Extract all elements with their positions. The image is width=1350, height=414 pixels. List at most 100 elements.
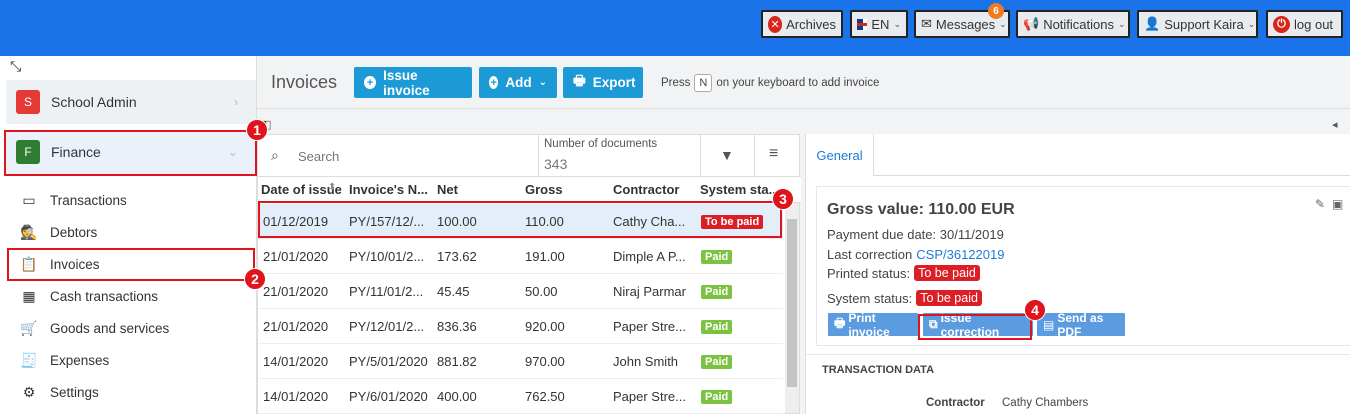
- table-row[interactable]: 21/01/2020 PY/10/01/2... 173.62 191.00 D…: [258, 239, 783, 274]
- system-status-label: System status:: [827, 290, 913, 306]
- cell-net: 400.00: [437, 389, 477, 404]
- send-pdf-button[interactable]: ▤ Send as PDF: [1037, 310, 1125, 339]
- envelope-icon: ✉: [921, 16, 932, 31]
- system-status-badge: To be paid: [916, 290, 982, 306]
- uk-flag-icon: [857, 18, 868, 30]
- sidebar-item-cash-transactions[interactable]: ▦ Cash transactions: [14, 282, 254, 310]
- table-header: Date of issue ⬍ Invoice's N... Net Gross…: [258, 177, 801, 203]
- status-badge: Paid: [701, 355, 733, 369]
- sidebar: ⤡ S School Admin › F Finance ⌄ ▭ Transac…: [0, 56, 257, 414]
- hint-suffix: on your keyboard to add invoice: [716, 77, 880, 89]
- user-label: Support Kaira: [1164, 16, 1244, 32]
- highlight-issue-correction: [918, 314, 1032, 340]
- cell-number: PY/6/01/2020: [349, 389, 428, 404]
- annotation-number: 1: [246, 119, 268, 141]
- cell-net: 881.82: [437, 354, 477, 369]
- column-header[interactable]: System sta...: [700, 182, 780, 197]
- search-input[interactable]: [298, 145, 528, 167]
- highlight-invoices: [7, 248, 255, 281]
- print-invoice-label: Print invoice: [848, 310, 890, 339]
- notifications-dropdown[interactable]: 📢 Notifications ⌄: [1016, 10, 1130, 38]
- cell-number: PY/12/01/2...: [349, 319, 425, 334]
- sort-icon[interactable]: ⬍: [328, 182, 336, 193]
- sidebar-item-expenses[interactable]: 🧾 Expenses: [14, 346, 254, 374]
- keyboard-hint: Press N on your keyboard to add invoice: [661, 74, 879, 92]
- cell-net: 836.36: [437, 319, 477, 334]
- last-correction-link[interactable]: CSP/36122019: [916, 247, 1004, 262]
- print-invoice-button[interactable]: 🖶 Print invoice: [828, 310, 918, 339]
- panel-toggle-right-icon[interactable]: ◂: [1332, 118, 1338, 131]
- archives-label: Archives: [786, 16, 836, 32]
- cell-contractor: Niraj Parmar: [613, 284, 686, 299]
- language-dropdown[interactable]: EN ⌄: [850, 10, 908, 38]
- cell-net: 173.62: [437, 249, 477, 264]
- cell-contractor: Paper Stre...: [613, 389, 686, 404]
- pencil-icon[interactable]: ✎: [1315, 197, 1325, 211]
- cell-gross: 762.50: [525, 389, 565, 404]
- module-school-admin[interactable]: S School Admin ›: [6, 80, 256, 124]
- money-icon[interactable]: ▣: [1332, 197, 1343, 211]
- sidebar-item-debtors[interactable]: 🕵 Debtors: [14, 218, 254, 246]
- sidebar-item-settings[interactable]: ⚙ Settings: [14, 378, 254, 406]
- nav-label: Settings: [50, 384, 99, 400]
- cell-date: 14/01/2020: [263, 389, 329, 404]
- sidebar-item-goods-and-services[interactable]: 🛒 Goods and services: [14, 314, 254, 342]
- column-header[interactable]: Net: [437, 182, 458, 197]
- tab-label: General: [816, 147, 863, 163]
- annotation-number: 2: [244, 268, 266, 290]
- nav-label: Goods and services: [50, 320, 170, 336]
- printed-status-badge: To be paid: [914, 265, 980, 281]
- list-scrollbar[interactable]: [785, 203, 799, 413]
- status-badge: Paid: [701, 285, 733, 299]
- pdf-icon: ▤: [1043, 317, 1055, 332]
- chevron-down-icon: ⌄: [538, 77, 547, 88]
- plus-circle-icon: +: [364, 76, 377, 89]
- contractor-label: Contractor: [926, 397, 985, 409]
- table-row[interactable]: 14/01/2020 PY/5/01/2020 881.82 970.00 Jo…: [258, 344, 783, 379]
- transaction-data-heading: TRANSACTION DATA: [822, 364, 935, 376]
- tab-general[interactable]: General: [806, 134, 874, 176]
- gear-icon: ⚙: [22, 383, 36, 400]
- table-row[interactable]: 14/01/2020 PY/6/01/2020 400.00 762.50 Pa…: [258, 379, 783, 414]
- payment-due: Payment due date: 30/11/2019: [827, 227, 1004, 242]
- cell-number: PY/10/01/2...: [349, 249, 425, 264]
- messages-count-badge: 6: [988, 3, 1004, 19]
- calendar-icon: ▦: [22, 287, 36, 304]
- archives-button[interactable]: ✕ Archives: [761, 10, 843, 38]
- payment-due-text: Payment due date: 30/11/2019: [827, 227, 1004, 242]
- logout-button[interactable]: ⏻ log out: [1266, 10, 1343, 38]
- menu-icon[interactable]: ≡: [769, 145, 778, 163]
- close-circle-icon: ✕: [768, 15, 783, 33]
- messages-dropdown[interactable]: ✉ Messages ⌄ 6: [914, 3, 1010, 38]
- add-button[interactable]: + Add ⌄: [479, 67, 557, 98]
- collapse-icon[interactable]: ⤡: [10, 58, 21, 75]
- issue-invoice-button[interactable]: + Issue invoice: [354, 67, 472, 98]
- language-label: EN: [871, 16, 890, 32]
- filter-icon[interactable]: ▼: [720, 147, 734, 163]
- cell-contractor: Paper Stre...: [613, 319, 686, 334]
- table-row[interactable]: 21/01/2020 PY/12/01/2... 836.36 920.00 P…: [258, 309, 783, 344]
- user-dropdown[interactable]: 👤 Support Kaira ⌄: [1137, 10, 1258, 38]
- column-header[interactable]: Gross: [525, 182, 563, 197]
- column-header[interactable]: Contractor: [613, 182, 679, 197]
- export-button[interactable]: 🖶 Export: [563, 67, 643, 98]
- chevron-right-icon: ›: [234, 95, 238, 109]
- credit-card-icon: ▭: [22, 191, 36, 208]
- add-label: Add: [505, 75, 532, 90]
- document-count-label: Number of documents: [544, 138, 658, 150]
- status-badge: Paid: [701, 320, 733, 334]
- sidebar-item-transactions[interactable]: ▭ Transactions: [14, 186, 254, 214]
- system-status: System status: To be paid: [827, 290, 982, 306]
- cell-contractor: Dimple A P...: [613, 249, 686, 264]
- chevron-down-icon: ⌄: [999, 18, 1007, 29]
- contractor-value: Cathy Chambers: [1002, 397, 1089, 409]
- send-pdf-label: Send as PDF: [1057, 310, 1104, 339]
- last-correction-label: Last correction: [827, 247, 913, 262]
- search-icon: ⌕: [271, 147, 279, 163]
- table-row[interactable]: 21/01/2020 PY/11/01/2... 45.45 50.00 Nir…: [258, 274, 783, 309]
- cell-gross: 970.00: [525, 354, 565, 369]
- column-header[interactable]: Invoice's N...: [349, 182, 428, 197]
- last-correction: Last correction CSP/36122019: [827, 247, 1004, 262]
- cell-gross: 50.00: [525, 284, 558, 299]
- scrollbar-thumb[interactable]: [787, 219, 797, 387]
